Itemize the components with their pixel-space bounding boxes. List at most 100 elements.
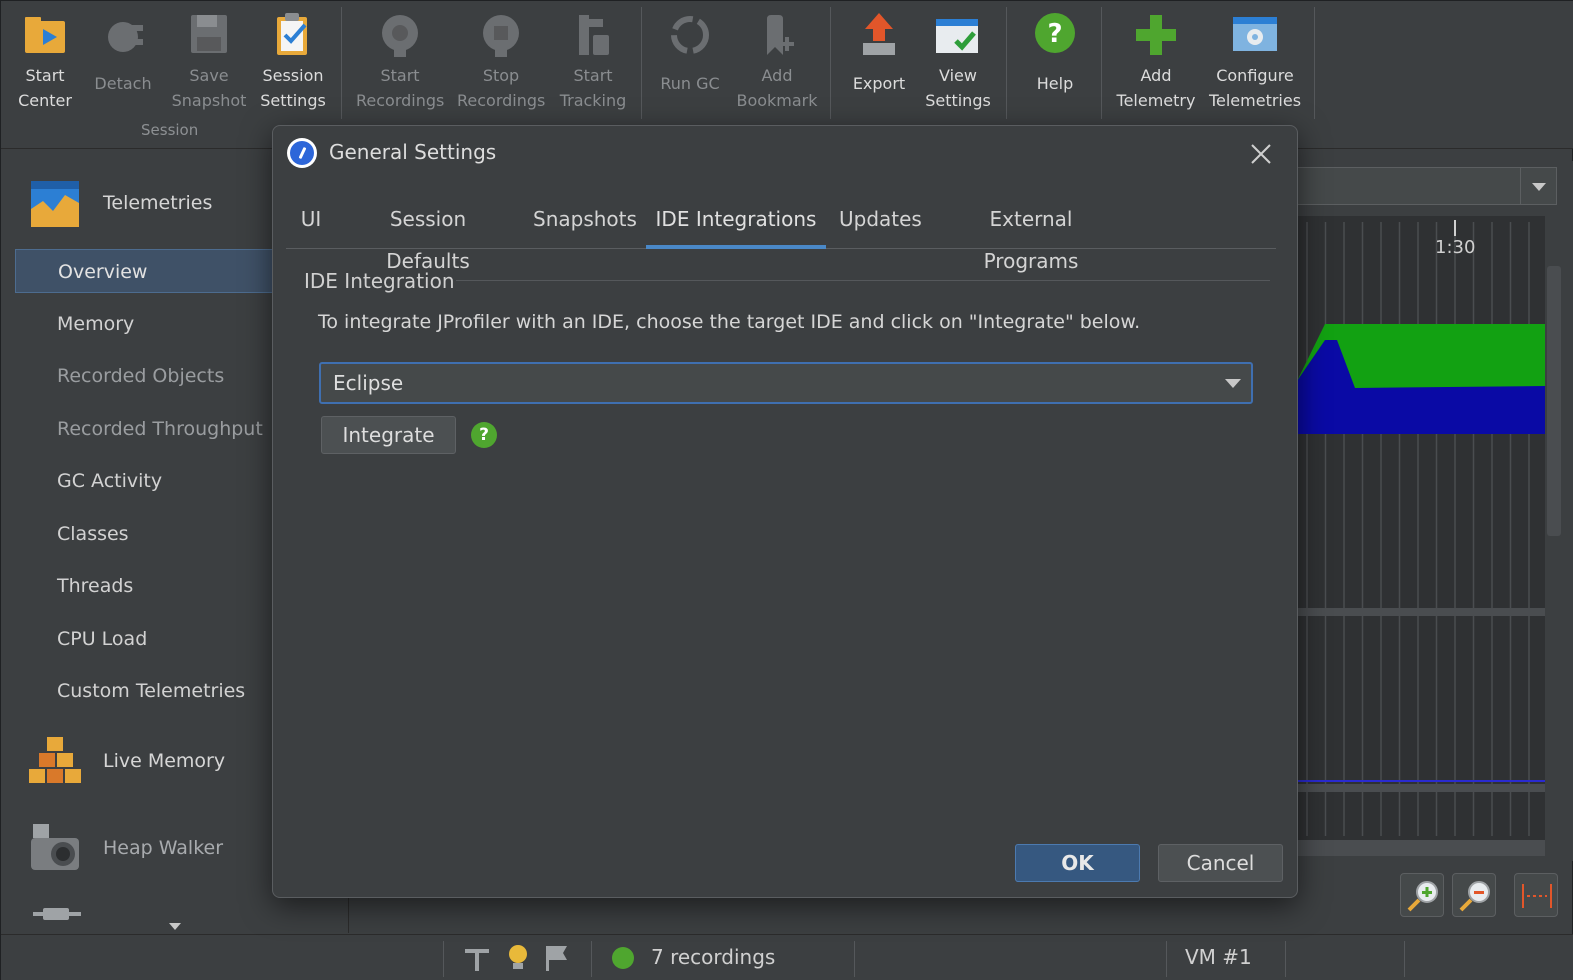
live-memory-label: Live Memory — [103, 750, 226, 772]
run-gc-button[interactable]: Run GC — [646, 7, 734, 117]
sidebar-item-gc-activity[interactable]: GC Activity — [15, 459, 277, 503]
ide-select[interactable]: Eclipse — [319, 362, 1253, 404]
sidebar-item-custom-telemetries[interactable]: Custom Telemetries — [15, 669, 277, 713]
vm-label: VM #1 — [1185, 945, 1252, 969]
sidebar-item-cpu-load[interactable]: CPU Load — [15, 617, 277, 661]
live-memory-section[interactable]: Live Memory — [27, 731, 225, 791]
camera-icon — [27, 820, 83, 876]
toolbar-separator — [830, 7, 831, 119]
tab-session-defaults[interactable]: Session Defaults — [350, 198, 506, 273]
toolbar-separator — [1101, 7, 1102, 119]
chart-svg — [1297, 220, 1545, 856]
record-icon — [376, 11, 424, 59]
status-bar: 7 recordings VM #1 — [1, 934, 1573, 980]
ide-select-value: Eclipse — [333, 371, 404, 395]
help-button[interactable]: ? Help — [1011, 7, 1099, 117]
help-icon: ? — [1031, 11, 1079, 59]
zoom-out-button[interactable] — [1452, 873, 1496, 917]
svg-text:?: ? — [1047, 19, 1062, 49]
floppy-disk-icon — [185, 11, 233, 59]
sidebar-item-overview[interactable]: Overview — [15, 249, 277, 293]
chart-band — [1297, 608, 1545, 616]
start-tracking-button[interactable]: Start Tracking — [549, 7, 637, 117]
toolbar-separator — [641, 7, 642, 119]
chart-scrollbar[interactable] — [1297, 840, 1545, 856]
tracking-icon — [569, 11, 617, 59]
status-separator — [1404, 941, 1405, 977]
folder-play-icon — [21, 11, 69, 59]
save-snapshot-button[interactable]: Save Snapshot — [165, 7, 253, 117]
pin-icon[interactable] — [463, 943, 493, 973]
fit-width-icon — [1522, 884, 1552, 908]
dialog-title: General Settings — [329, 140, 497, 164]
tab-updates[interactable]: Updates — [839, 198, 922, 249]
toolbar-separator — [1314, 7, 1315, 119]
ide-integration-description: To integrate JProfiler with an IDE, choo… — [318, 311, 1141, 333]
ide-integration-group-title: IDE Integration — [304, 269, 455, 293]
heap-walker-section[interactable]: Heap Walker — [27, 818, 223, 878]
jprofiler-logo-icon — [287, 138, 317, 168]
group-divider — [456, 280, 1270, 281]
zoom-out-icon — [1459, 881, 1490, 912]
close-button[interactable] — [1247, 140, 1275, 168]
vertical-scrollbar[interactable] — [1547, 266, 1561, 536]
cancel-button[interactable]: Cancel — [1158, 844, 1283, 882]
plug-icon — [99, 11, 147, 59]
zoom-in-button[interactable] — [1400, 873, 1444, 917]
chart-selector-dropdown[interactable] — [1297, 167, 1557, 205]
time-axis-label: 1:30 — [1435, 237, 1476, 258]
detach-button[interactable]: Detach — [79, 7, 167, 117]
status-separator — [854, 941, 855, 977]
chevron-down-icon — [1520, 168, 1556, 204]
sidebar-item-classes[interactable]: Classes — [15, 512, 277, 556]
export-button[interactable]: Export — [835, 7, 923, 117]
gear-window-icon — [1231, 11, 1279, 59]
configure-telemetries-button[interactable]: Configure Telemetries — [1204, 7, 1306, 117]
recording-status-icon — [612, 947, 634, 969]
status-separator — [1166, 941, 1167, 977]
general-settings-dialog: General Settings UI Session Defaults Sna… — [272, 125, 1298, 898]
recycle-icon — [666, 11, 714, 59]
help-icon[interactable]: ? — [471, 422, 497, 448]
add-telemetry-button[interactable]: Add Telemetry — [1112, 7, 1200, 117]
sidebar-item-memory[interactable]: Memory — [15, 302, 277, 346]
session-group-label: Session — [141, 121, 199, 139]
tab-ui[interactable]: UI — [299, 198, 323, 249]
chevron-down-icon[interactable] — [169, 923, 181, 930]
jprofiler-window: Start Center Detach Save Snapshot Sessio… — [0, 0, 1573, 980]
sidebar-item-recorded-throughput[interactable]: Recorded Throughput — [15, 407, 277, 451]
sidebar-item-recorded-objects[interactable]: Recorded Objects — [15, 354, 277, 398]
window-check-icon — [934, 11, 982, 59]
recordings-count: 7 recordings — [651, 945, 776, 969]
close-icon — [1251, 144, 1271, 164]
cubes-icon — [27, 733, 83, 789]
heap-walker-label: Heap Walker — [103, 837, 224, 859]
telemetries-section[interactable]: Telemetries — [27, 173, 212, 233]
fit-to-window-button[interactable] — [1514, 873, 1558, 917]
ok-button[interactable]: OK — [1015, 844, 1140, 882]
tab-ide-integrations[interactable]: IDE Integrations — [646, 198, 826, 249]
status-separator — [591, 941, 592, 977]
toolbar-separator — [1006, 7, 1007, 119]
clipboard-check-icon — [269, 11, 317, 59]
chevron-down-icon — [1225, 379, 1241, 388]
start-center-button[interactable]: Start Center — [1, 7, 89, 117]
plus-icon — [1132, 11, 1180, 59]
tab-snapshots[interactable]: Snapshots — [533, 198, 637, 249]
more-sections-icon[interactable] — [33, 905, 81, 920]
settings-tabs: UI Session Defaults Snapshots IDE Integr… — [286, 198, 1276, 273]
add-bookmark-button[interactable]: Add Bookmark — [733, 7, 821, 117]
integrate-button[interactable]: Integrate — [321, 416, 456, 454]
stop-record-icon — [477, 11, 525, 59]
start-recordings-button[interactable]: Start Recordings — [356, 7, 444, 117]
sidebar-item-threads[interactable]: Threads — [15, 564, 277, 608]
tab-external-programs[interactable]: External Programs — [946, 198, 1116, 273]
lightbulb-icon[interactable] — [505, 943, 531, 973]
view-settings-button[interactable]: View Settings — [914, 7, 1002, 117]
flag-icon[interactable] — [543, 943, 571, 973]
stop-recordings-button[interactable]: Stop Recordings — [457, 7, 545, 117]
zoom-in-icon — [1407, 881, 1438, 912]
session-settings-button[interactable]: Session Settings — [249, 7, 337, 117]
bookmark-icon — [753, 11, 801, 59]
export-arrow-icon — [855, 11, 903, 59]
